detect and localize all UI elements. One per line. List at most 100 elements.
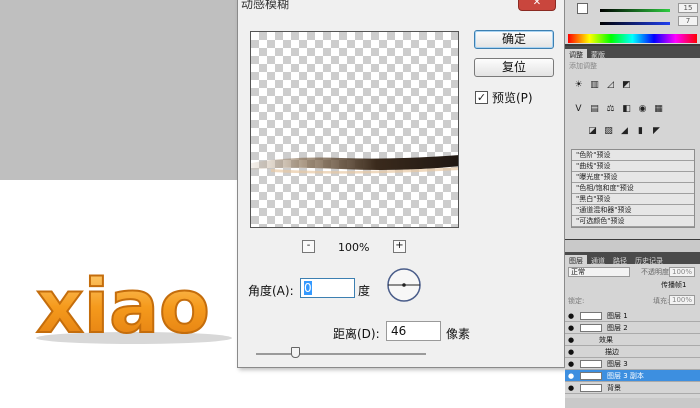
layer-row[interactable]: ● 背景 <box>565 382 700 394</box>
preset-row[interactable]: "色阶"预设 <box>572 150 694 161</box>
tab-history[interactable]: 历史记录 <box>631 255 667 267</box>
reset-button[interactable]: 复位 <box>474 58 554 77</box>
adjust-icon-row-3: ◪ ▨ ◢ ▮ ◤ <box>587 126 662 137</box>
gradient-map-icon[interactable]: ▮ <box>635 126 646 137</box>
motion-blur-dialog: 动感模糊 ✕ 确定 复位 ✓ 预览(P) - 100% + 角度(A): 0 度… <box>237 0 565 368</box>
angle-unit: 度 <box>358 284 371 298</box>
preset-row[interactable]: "可选颜色"预设 <box>572 216 694 227</box>
layers-tabbar: 图层 通道 路径 历史记录 <box>565 252 700 267</box>
blend-mode-select[interactable]: 正常 <box>568 267 630 277</box>
adjust-panel-footer <box>565 240 700 252</box>
layer-thumbnail <box>580 372 602 380</box>
color-panel: 15 7 <box>565 0 700 44</box>
eye-icon[interactable]: ● <box>568 358 574 370</box>
layer-name: 图层 1 <box>607 312 628 320</box>
exposure-icon[interactable]: ◩ <box>621 80 632 91</box>
dialog-title: 动感模糊 <box>241 0 290 11</box>
layer-row[interactable]: ● 图层 2 <box>565 322 700 334</box>
green-value[interactable]: 15 <box>678 3 698 13</box>
zoom-out-button[interactable]: - <box>302 240 315 253</box>
close-button[interactable]: ✕ <box>518 0 556 11</box>
layer-thumbnail <box>580 384 602 392</box>
eye-icon[interactable]: ● <box>568 334 574 346</box>
tab-paths[interactable]: 路径 <box>609 255 631 267</box>
invert-icon[interactable]: ◪ <box>587 126 598 137</box>
filter-preview[interactable] <box>250 31 459 228</box>
angle-input[interactable]: 0 <box>300 278 355 298</box>
distance-input[interactable]: 46 <box>386 321 441 341</box>
distance-slider-track[interactable] <box>256 353 426 355</box>
propagate-frame-label[interactable]: 传播帧1 <box>661 280 686 290</box>
curves-icon[interactable]: ◿ <box>605 80 616 91</box>
green-slider[interactable] <box>600 9 670 12</box>
eye-icon[interactable]: ● <box>568 370 574 382</box>
brightness-icon[interactable]: ☀ <box>573 80 584 91</box>
layer-row-selected[interactable]: ● 图层 3 副本 <box>565 370 700 382</box>
eye-icon[interactable]: ● <box>568 322 574 334</box>
color-balance-icon[interactable]: ⚖ <box>605 104 616 115</box>
preset-row[interactable]: "曝光度"预设 <box>572 172 694 183</box>
angle-dial[interactable] <box>386 267 422 303</box>
adjust-icon-row-2: V ▤ ⚖ ◧ ◉ ▦ <box>573 104 664 115</box>
color-swatch[interactable] <box>577 3 588 14</box>
black-white-icon[interactable]: ◧ <box>621 104 632 115</box>
layers-panel: 图层 通道 路径 历史记录 正常 不透明度: 100% 传播帧1 锁定: 填充: 10… <box>565 252 700 408</box>
tab-mask[interactable]: 蒙版 <box>587 49 609 61</box>
vibrance-icon[interactable]: V <box>573 104 584 115</box>
lock-label: 锁定: <box>568 297 585 305</box>
distance-slider-thumb[interactable] <box>290 347 300 358</box>
selective-color-icon[interactable]: ◤ <box>651 126 662 137</box>
right-panels: 15 7 调整 蒙版 添加调整 ☀ ▥ ◿ ◩ V ▤ ⚖ ◧ ◉ ▦ ◪ ▨ ◢… <box>565 0 700 408</box>
blue-slider[interactable] <box>600 22 670 25</box>
fill-input[interactable]: 100% <box>669 295 695 305</box>
zoom-level: 100% <box>338 241 370 254</box>
distance-label: 距离(D): <box>333 327 380 341</box>
tab-channels[interactable]: 通道 <box>587 255 609 267</box>
layer-thumbnail <box>580 312 602 320</box>
blur-preview-strip <box>251 155 458 174</box>
tab-layers[interactable]: 图层 <box>565 255 587 267</box>
preset-row[interactable]: "色相/饱和度"预设 <box>572 183 694 194</box>
layer-effect-row[interactable]: ● 描边 <box>565 346 700 358</box>
channel-mixer-icon[interactable]: ▦ <box>653 104 664 115</box>
angle-label: 角度(A): <box>248 284 294 298</box>
orange-text-art: xiao <box>35 263 232 350</box>
layer-effect-row[interactable]: ● 效果 <box>565 334 700 346</box>
preset-row[interactable]: "曲线"预设 <box>572 161 694 172</box>
eye-icon[interactable]: ● <box>568 310 574 322</box>
hue-saturation-icon[interactable]: ▤ <box>589 104 600 115</box>
layer-row[interactable]: ● 图层 1 <box>565 310 700 322</box>
angle-value: 0 <box>304 281 312 295</box>
layer-thumbnail <box>580 324 602 332</box>
adjust-hint: 添加调整 <box>569 62 597 70</box>
eye-icon[interactable]: ● <box>568 346 574 358</box>
tab-adjust[interactable]: 调整 <box>565 49 587 61</box>
adjust-icon-row-1: ☀ ▥ ◿ ◩ <box>573 80 632 91</box>
ok-button[interactable]: 确定 <box>474 30 554 49</box>
preview-checkbox[interactable]: ✓ <box>475 91 488 104</box>
zoom-in-button[interactable]: + <box>393 240 406 253</box>
preset-row[interactable]: "黑白"预设 <box>572 194 694 205</box>
eye-icon[interactable]: ● <box>568 382 574 394</box>
layer-name: 图层 3 副本 <box>607 372 644 380</box>
posterize-icon[interactable]: ▨ <box>603 126 614 137</box>
layer-effect-name: 效果 <box>599 336 613 344</box>
layer-name: 图层 3 <box>607 360 628 368</box>
orange-text-label: xiao <box>36 264 210 350</box>
layer-thumbnail <box>580 360 602 368</box>
preview-label: 预览(P) <box>492 91 533 105</box>
opacity-label: 不透明度: <box>641 268 672 276</box>
adjust-presets-list: "色阶"预设 "曲线"预设 "曝光度"预设 "色相/饱和度"预设 "黑白"预设 … <box>571 149 695 228</box>
opacity-input[interactable]: 100% <box>669 267 695 277</box>
layer-row[interactable]: ● 图层 3 <box>565 358 700 370</box>
adjustments-panel: 调整 蒙版 添加调整 ☀ ▥ ◿ ◩ V ▤ ⚖ ◧ ◉ ▦ ◪ ▨ ◢ ▮ ◤ … <box>565 46 700 239</box>
photo-filter-icon[interactable]: ◉ <box>637 104 648 115</box>
fill-label: 填充: <box>653 297 670 305</box>
threshold-icon[interactable]: ◢ <box>619 126 630 137</box>
color-spectrum[interactable] <box>568 34 697 43</box>
preset-row[interactable]: "通道混和器"预设 <box>572 205 694 216</box>
adjust-tabbar: 调整 蒙版 <box>565 46 700 61</box>
layer-effect-name: 描边 <box>605 348 619 356</box>
blue-value[interactable]: 7 <box>678 16 698 26</box>
levels-icon[interactable]: ▥ <box>589 80 600 91</box>
